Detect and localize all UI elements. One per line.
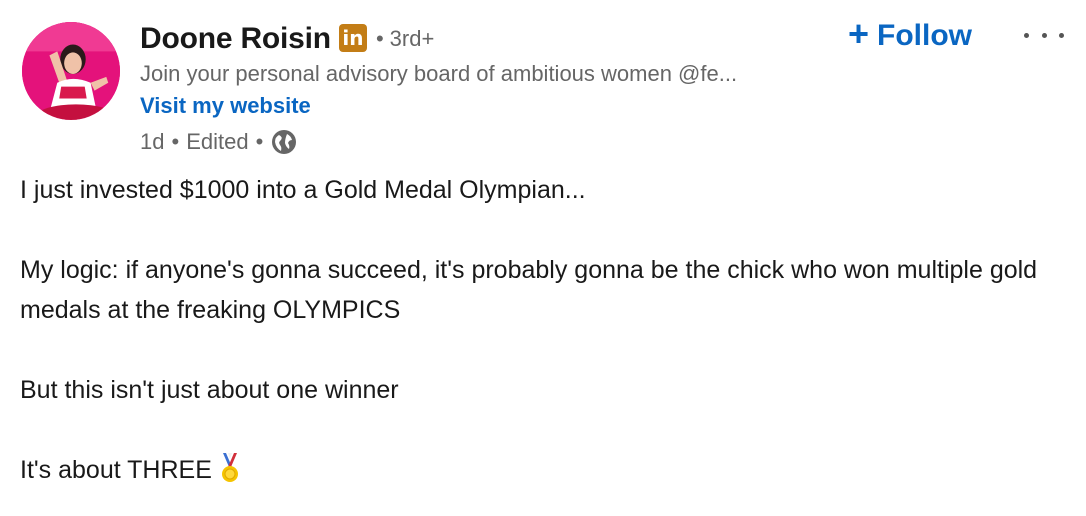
plus-icon: +	[848, 13, 870, 54]
meta-separator: •	[255, 129, 264, 154]
linkedin-badge-icon: in	[338, 24, 367, 52]
badge-text: in	[342, 26, 364, 50]
post-line: I just invested $1000 into a Gold Medal …	[20, 176, 586, 204]
post-body: I just invested $1000 into a Gold Medal …	[20, 170, 1070, 490]
post-line-text: It's about THREE	[20, 456, 212, 484]
connection-degree: 3rd+	[389, 26, 435, 51]
dot-2	[1041, 32, 1047, 38]
follow-label: Follow	[877, 19, 973, 52]
post-time[interactable]: 1d	[140, 129, 164, 155]
author-name[interactable]: Doone Roisin	[140, 22, 331, 56]
avatar-photo	[22, 22, 120, 120]
more-options-icon[interactable]	[1024, 20, 1064, 50]
globe-icon	[270, 128, 298, 156]
dot-3	[1059, 32, 1064, 38]
follow-button[interactable]: + Follow	[848, 16, 972, 56]
degree-separator: •	[375, 26, 384, 51]
author-avatar[interactable]	[22, 22, 120, 120]
post-line: But this isn't just about one winner	[20, 376, 399, 404]
dot-1	[1024, 32, 1029, 38]
meta-separator: •	[171, 129, 180, 154]
author-headline: Join your personal advisory board of amb…	[140, 61, 738, 86]
post-line-last: It's about THREE	[20, 450, 1070, 490]
edited-label: Edited	[186, 129, 249, 154]
post-line: My logic: if anyone's gonna succeed, it'…	[20, 256, 1038, 324]
gold-medal-icon	[220, 453, 240, 483]
visit-website-link[interactable]: Visit my website	[140, 93, 311, 119]
